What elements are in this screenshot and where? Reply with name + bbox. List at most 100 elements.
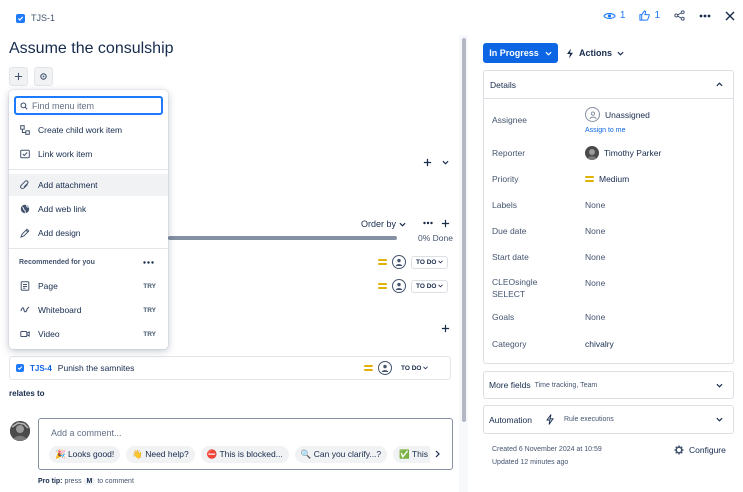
relates-to-label: relates to <box>9 389 45 398</box>
lightning-icon <box>567 48 573 58</box>
field-label-cleo-line1: CLEOsingle <box>492 277 538 287</box>
quick-reply-chip[interactable]: ⛔ This is blocked... <box>200 446 289 463</box>
category-value[interactable]: chivalry <box>585 339 614 349</box>
vote-button[interactable]: 1 <box>639 10 660 21</box>
issue-key[interactable]: TJS-1 <box>31 13 55 23</box>
more-fields-section[interactable]: More fields Time tracking, Team <box>483 371 734 399</box>
scrollbar-thumb[interactable] <box>462 38 466 422</box>
linked-issue-summary[interactable]: Punish the samnites <box>58 363 135 373</box>
details-title: Details <box>490 79 516 90</box>
actions-label: Actions <box>579 48 613 58</box>
assignee-value[interactable]: Unassigned <box>585 107 650 122</box>
status-dropdown[interactable]: TO DO <box>397 362 433 374</box>
child-more-button[interactable] <box>423 221 433 225</box>
share-button[interactable] <box>674 10 685 21</box>
status-label: TO DO <box>401 364 422 372</box>
details-panel: Details Assignee Unassigned Assign to me… <box>483 70 734 364</box>
status-label: TO DO <box>416 258 437 266</box>
goals-value[interactable]: None <box>585 312 605 322</box>
status-dropdown[interactable]: TO DO <box>411 279 449 293</box>
menu-item-page[interactable]: Page TRY <box>9 275 168 297</box>
expand-child-button[interactable] <box>440 157 450 167</box>
quick-reply-chip[interactable]: ✅ This <box>393 446 430 463</box>
menu-item-add-web-link[interactable]: Add web link <box>9 198 168 220</box>
field-label-goals: Goals <box>492 312 515 322</box>
recommended-more-button[interactable] <box>143 261 154 264</box>
video-icon <box>20 331 30 337</box>
chevron-up-icon <box>716 82 723 87</box>
menu-divider <box>9 248 168 249</box>
linked-issue-row[interactable]: TJS-4 Punish the samnites TO DO <box>9 356 451 380</box>
status-button[interactable]: In Progress <box>483 43 558 63</box>
assign-to-me-link[interactable]: Assign to me <box>585 127 625 134</box>
menu-item-add-attachment[interactable]: Add attachment <box>9 174 168 196</box>
menu-search-input[interactable] <box>32 100 152 111</box>
updated-text: Updated 12 minutes ago <box>492 459 569 466</box>
menu-item-label: Add web link <box>38 204 87 214</box>
thumbs-up-icon <box>639 10 651 21</box>
menu-item-create-child[interactable]: Create child work item <box>9 119 168 141</box>
comment-editor[interactable]: Add a comment... 🎉 Looks good! 👋 Need he… <box>38 418 453 470</box>
order-by-button[interactable]: Order by <box>361 219 406 229</box>
quick-reply-chip[interactable]: 🎉 Looks good! <box>49 446 121 463</box>
close-button[interactable] <box>725 11 735 21</box>
chips-next-button[interactable] <box>435 450 440 458</box>
menu-item-label: Add design <box>38 228 81 238</box>
gear-icon <box>674 445 684 455</box>
progress-bar <box>168 236 397 240</box>
labels-value[interactable]: None <box>585 200 605 210</box>
pro-tip-mid: press <box>64 478 82 485</box>
assignee-avatar[interactable] <box>392 279 406 293</box>
watch-button[interactable]: 1 <box>603 10 626 21</box>
more-icon <box>423 221 433 225</box>
eye-icon <box>603 12 616 19</box>
details-header[interactable]: Details <box>484 71 733 99</box>
cleo-value[interactable]: None <box>585 278 605 288</box>
configure-button[interactable]: Configure <box>674 445 726 455</box>
linked-issue-key[interactable]: TJS-4 <box>30 364 52 373</box>
assignee-avatar[interactable] <box>392 255 406 269</box>
chevron-down-icon <box>423 366 429 370</box>
chevron-right-icon <box>435 450 440 458</box>
add-child-button[interactable] <box>421 156 433 168</box>
apps-button[interactable] <box>34 67 53 86</box>
linked-add-button[interactable] <box>441 324 450 333</box>
actions-button[interactable]: Actions <box>566 43 624 63</box>
start-date-value[interactable]: None <box>585 252 605 262</box>
user-icon <box>395 258 403 266</box>
status-label: TO DO <box>416 282 437 290</box>
priority-medium-icon <box>585 176 594 182</box>
automation-section[interactable]: Automation Rule executions <box>483 405 734 434</box>
menu-item-whiteboard[interactable]: Whiteboard TRY <box>9 299 168 321</box>
quick-reply-chip[interactable]: 👋 Need help? <box>126 446 195 463</box>
automation-sub: Rule executions <box>564 416 614 423</box>
menu-search[interactable] <box>14 96 163 115</box>
status-dropdown[interactable]: TO DO <box>411 255 449 269</box>
priority-value[interactable]: Medium <box>585 174 629 184</box>
more-button[interactable] <box>699 14 711 18</box>
add-menu: Create child work item Link work item Ad… <box>9 90 168 349</box>
issue-title[interactable]: Assume the consulship <box>9 40 174 58</box>
menu-item-video[interactable]: Video TRY <box>9 323 168 345</box>
quick-reply-chip[interactable]: 🔍 Can you clarify...? <box>294 446 388 463</box>
field-label-assignee: Assignee <box>492 115 527 125</box>
progress-text: 0% Done <box>418 233 453 243</box>
menu-item-add-design[interactable]: Add design <box>9 222 168 244</box>
assignee-avatar[interactable] <box>378 361 392 375</box>
page-icon <box>20 281 30 291</box>
issue-breadcrumb[interactable]: TJS-1 <box>16 13 55 23</box>
due-date-value[interactable]: None <box>585 226 605 236</box>
chevron-down-icon <box>438 284 444 288</box>
paperclip-icon <box>20 180 29 190</box>
field-label-due-date: Due date <box>492 226 527 236</box>
child-add-button[interactable] <box>441 219 450 228</box>
header-actions: 1 1 <box>603 10 735 21</box>
menu-item-label: Video <box>38 329 60 339</box>
menu-item-link-work-item[interactable]: Link work item <box>9 143 168 165</box>
reporter-value[interactable]: Timothy Parker <box>585 146 661 160</box>
child-row-controls: TO DO <box>378 279 449 293</box>
watchers-count: 1 <box>619 10 626 21</box>
priority-medium-icon <box>378 259 387 265</box>
add-button[interactable] <box>9 67 28 86</box>
more-icon <box>699 14 711 17</box>
